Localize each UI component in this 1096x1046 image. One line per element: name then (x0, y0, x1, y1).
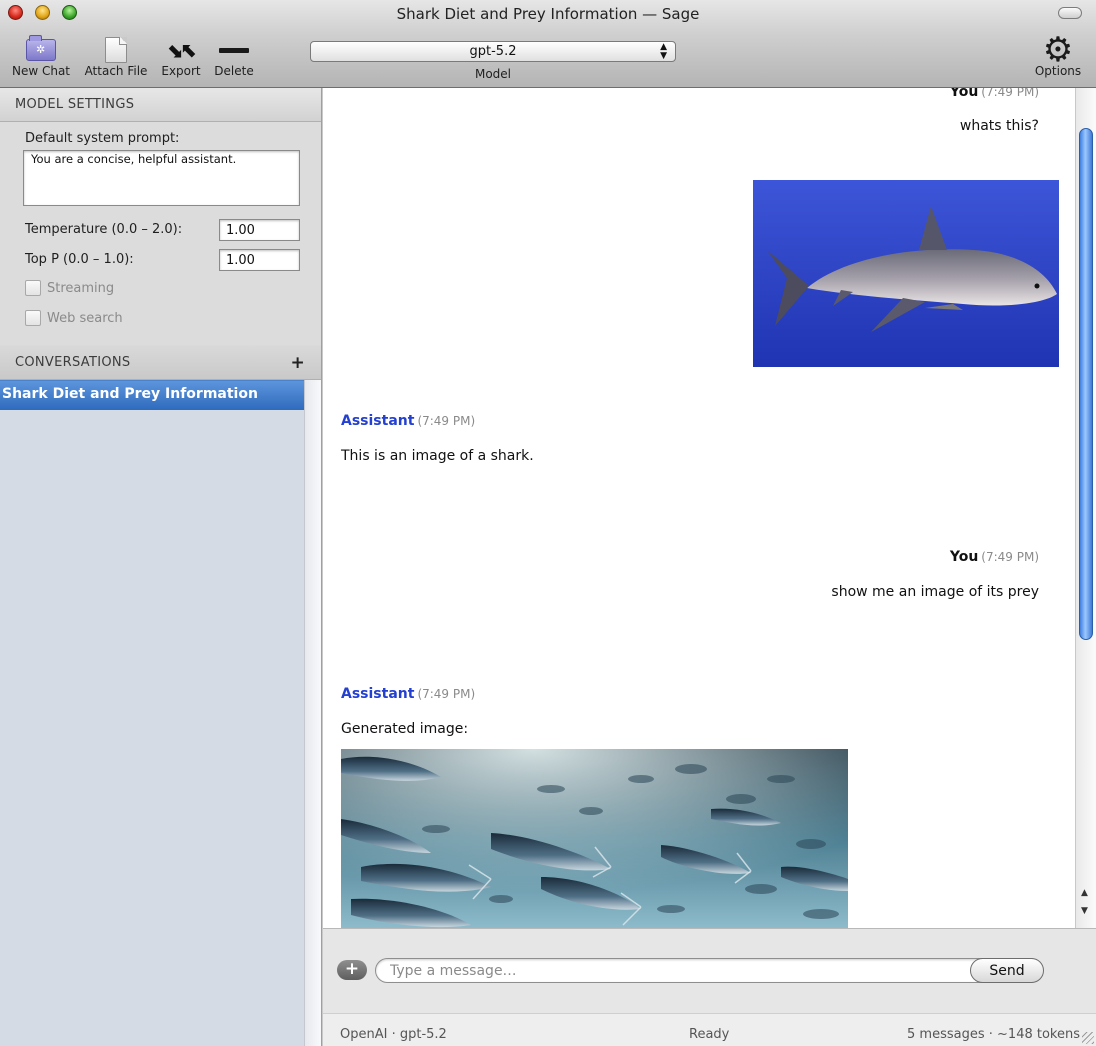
export-button[interactable]: ⬊⬉ Export (158, 36, 204, 78)
chat-scrollbar-thumb[interactable] (1079, 128, 1093, 640)
window-toolbar: Shark Diet and Prey Information — Sage ✲… (0, 0, 1096, 88)
system-prompt-field[interactable]: You are a concise, helpful assistant. (23, 150, 300, 206)
message-author: Assistant (341, 686, 415, 702)
new-chat-button[interactable]: ✲ New Chat (10, 35, 72, 78)
minus-icon (219, 47, 249, 53)
model-settings-header: MODEL SETTINGS (0, 88, 321, 122)
message-header: You (7:49 PM) (950, 549, 1039, 565)
message-header: You (7:49 PM) (950, 88, 1039, 100)
chat-transcript: You (7:49 PM) whats this? Assistant (7:4… (323, 88, 1096, 928)
system-prompt-label: Default system prompt: (25, 131, 180, 146)
document-icon (105, 37, 127, 63)
model-select-value: gpt-5.2 (469, 44, 517, 59)
web-search-checkbox-box[interactable] (25, 310, 41, 326)
web-search-label: Web search (47, 310, 123, 326)
message-text: This is an image of a shark. (341, 448, 534, 464)
conversations-title: CONVERSATIONS (15, 355, 131, 370)
message-author: You (949, 88, 979, 100)
model-caption: Model (474, 67, 512, 81)
chat-scrollbar[interactable]: ▲ ▼ (1075, 88, 1096, 928)
streaming-checkbox[interactable]: Streaming (25, 280, 114, 296)
message-time: (7:49 PM) (981, 88, 1039, 99)
web-search-checkbox[interactable]: Web search (25, 310, 123, 326)
message-input[interactable] (375, 958, 1043, 983)
message-author: Assistant (341, 413, 415, 429)
streaming-checkbox-box[interactable] (25, 280, 41, 296)
temperature-label: Temperature (0.0 – 2.0): (25, 222, 183, 237)
new-conversation-button[interactable]: + (290, 346, 305, 380)
select-arrows-icon: ▲ ▼ (660, 42, 667, 61)
gear-icon: ⚙ (1042, 30, 1074, 70)
fish-school-illustration (341, 749, 848, 928)
options-button[interactable]: ⚙ Options (1030, 30, 1086, 78)
message-text: show me an image of its prey (831, 584, 1039, 600)
message-time: (7:49 PM) (981, 550, 1039, 564)
conversations-header: CONVERSATIONS + (0, 346, 321, 380)
message-text: whats this? (959, 118, 1039, 134)
attach-plus-button[interactable]: + (337, 960, 367, 980)
export-label: Export (161, 64, 201, 78)
attach-file-label: Attach File (84, 64, 148, 78)
message-text: Generated image: (341, 721, 469, 737)
streaming-label: Streaming (47, 280, 115, 296)
resize-grip-icon[interactable] (1082, 1032, 1094, 1044)
attach-file-button[interactable]: Attach File (82, 36, 150, 78)
message-time: (7:49 PM) (417, 687, 476, 701)
composer: + Send (323, 928, 1096, 1013)
model-settings-panel: MODEL SETTINGS Default system prompt: Yo… (0, 88, 321, 345)
top-p-field[interactable]: 1.00 (219, 249, 300, 271)
fish-school-image[interactable] (341, 749, 848, 928)
scroll-down-arrow-icon[interactable]: ▼ (1081, 906, 1088, 916)
conversation-list-scrollbar[interactable] (304, 380, 321, 1046)
window-title: Shark Diet and Prey Information — Sage (396, 5, 700, 23)
message-header: Assistant (7:49 PM) (341, 686, 475, 702)
top-p-label: Top P (0.0 – 1.0): (25, 252, 134, 267)
temperature-field[interactable]: 1.00 (219, 219, 300, 241)
status-state: Ready (689, 1027, 730, 1042)
sidebar: MODEL SETTINGS Default system prompt: Yo… (0, 88, 322, 1046)
toolbar-toggle-button[interactable] (1058, 7, 1082, 19)
status-counts: 5 messages · ~148 tokens (907, 1027, 1080, 1042)
new-chat-folder-icon: ✲ (26, 35, 56, 61)
delete-label: Delete (214, 64, 254, 78)
message-author: You (949, 549, 979, 565)
conversation-list: Shark Diet and Prey Information (0, 380, 304, 1046)
model-select[interactable]: gpt-5.2 ▲ ▼ (310, 41, 676, 62)
status-provider: OpenAI · gpt-5.2 (340, 1027, 447, 1042)
new-chat-label: New Chat (11, 64, 71, 78)
send-button[interactable]: Send (970, 958, 1044, 983)
options-label: Options (1034, 64, 1082, 78)
message-time: (7:49 PM) (417, 414, 476, 428)
message-header: Assistant (7:49 PM) (341, 413, 475, 429)
scroll-up-arrow-icon[interactable]: ▲ (1081, 888, 1088, 898)
status-bar: OpenAI · gpt-5.2 Ready 5 messages · ~148… (323, 1013, 1096, 1046)
shark-illustration (753, 180, 1059, 367)
export-arrows-icon: ⬊⬉ (166, 38, 197, 62)
conversation-item[interactable]: Shark Diet and Prey Information (0, 380, 304, 410)
delete-button[interactable]: Delete (212, 36, 256, 78)
shark-photo[interactable] (753, 180, 1059, 367)
